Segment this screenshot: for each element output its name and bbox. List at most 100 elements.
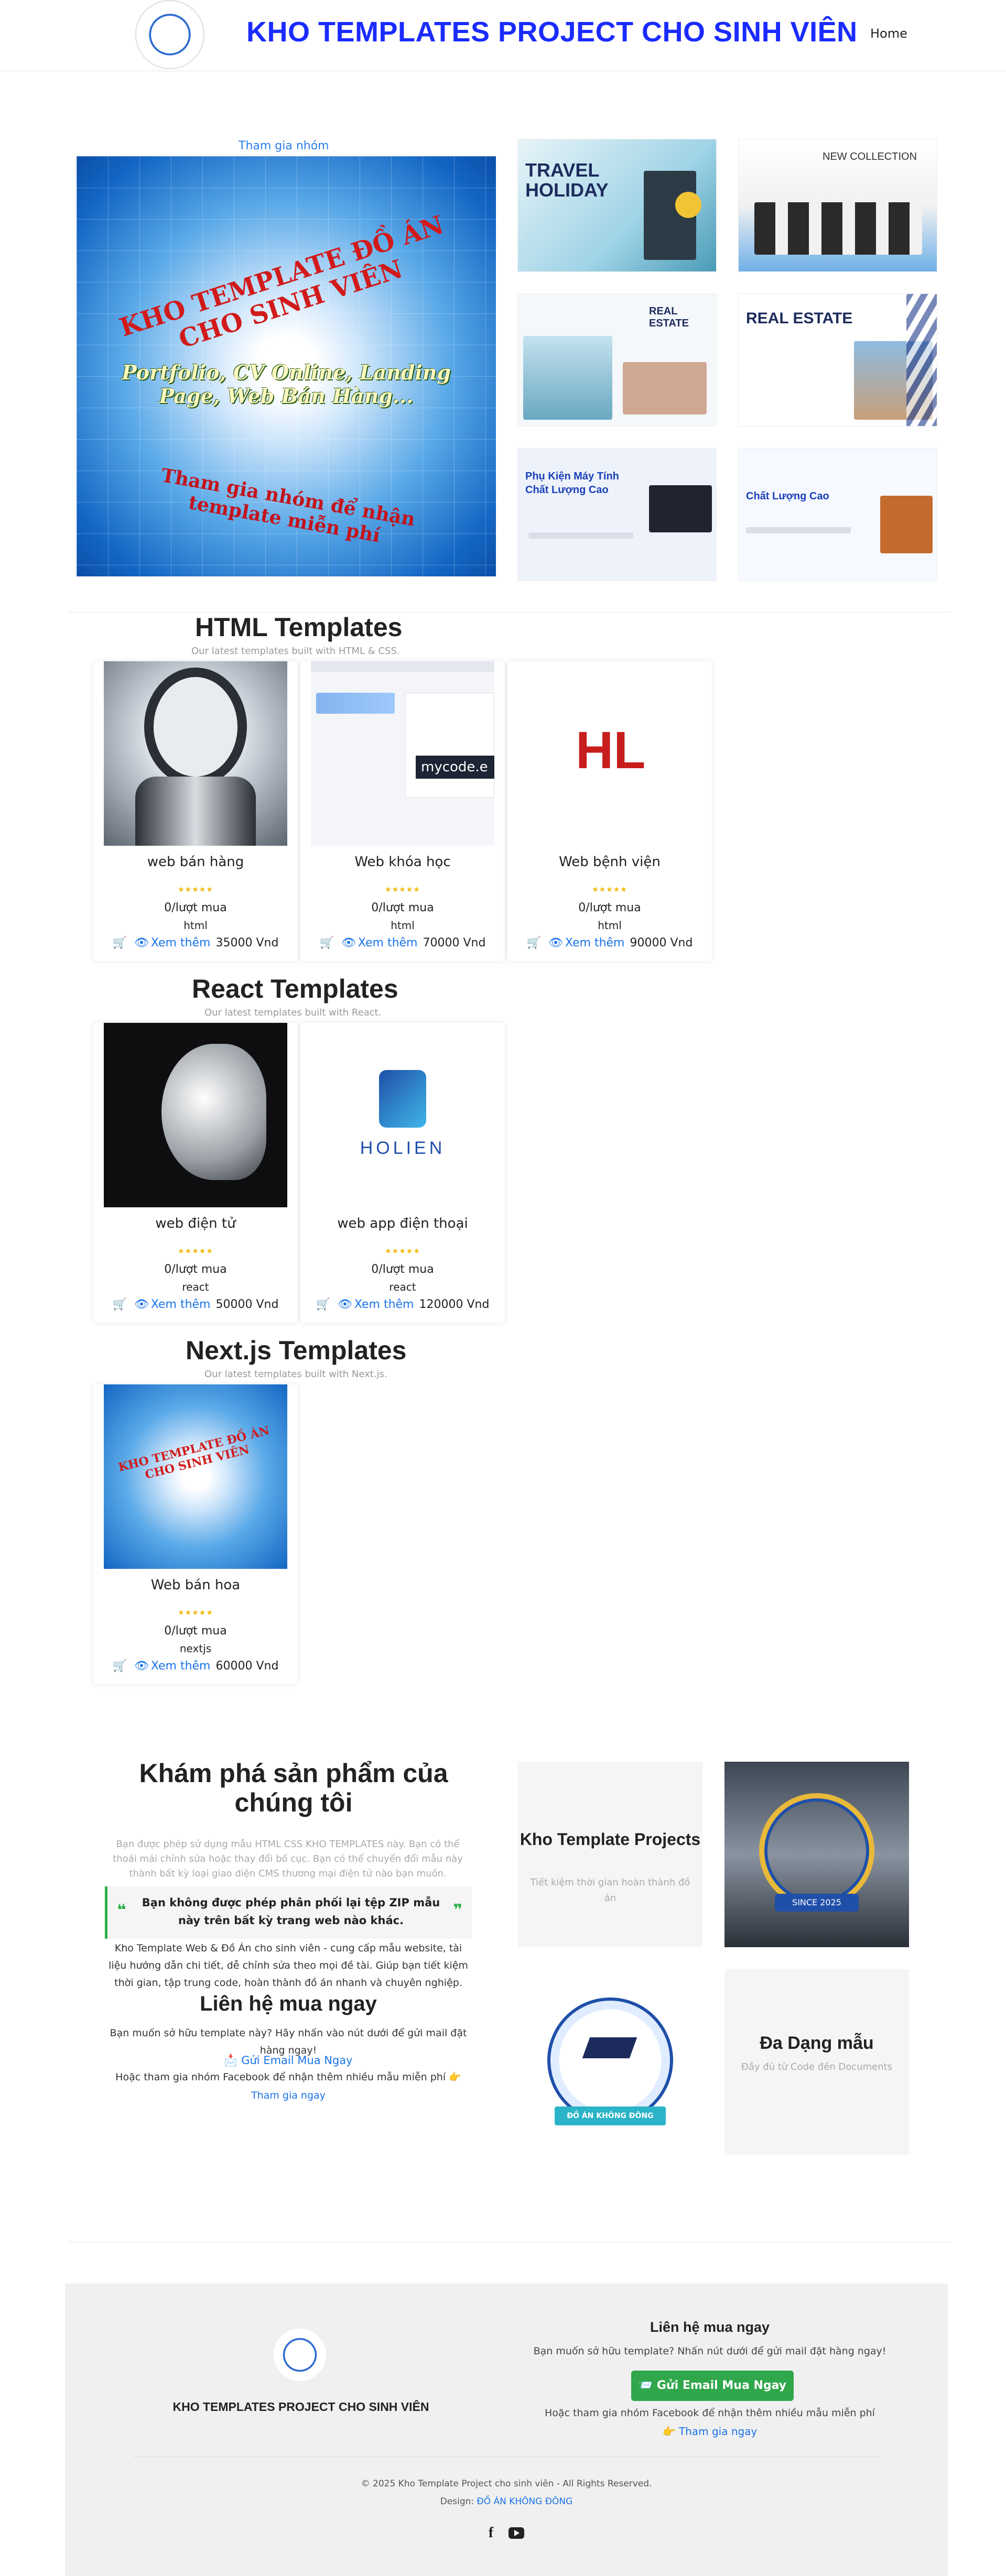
thumb-photo	[623, 362, 707, 414]
nav-home-link[interactable]: Home	[870, 26, 907, 41]
thumb-heading: Phụ Kiện Máy Tính Chất Lượng Cao	[525, 471, 619, 496]
tech-tag: html	[183, 919, 208, 932]
price: 120000 Vnd	[419, 1298, 490, 1311]
price: 35000 Vnd	[215, 936, 279, 949]
product-card[interactable]: HL Web bệnh viện ★★★★★ 0/lượt mua html 🛒…	[507, 661, 712, 961]
site-header: KHO TEMPLATES PROJECT CHO SINH VIÊN Home	[0, 0, 1006, 71]
eye-icon[interactable]: 👁	[134, 1660, 149, 1673]
thumb-bar	[528, 532, 633, 539]
thumb-photo	[649, 485, 712, 532]
explore-description: Kho Template Web & Đồ Án cho sinh viên -…	[109, 1942, 468, 1989]
view-more-link[interactable]: Xem thêm	[565, 936, 625, 949]
thumb-bag[interactable]: Chất Lượng Cao	[738, 448, 937, 581]
youtube-icon[interactable]	[509, 2527, 525, 2539]
cart-icon[interactable]: 🛒	[113, 936, 127, 949]
thumb-collection[interactable]: NEW COLLECTION	[738, 139, 937, 272]
hero-banner[interactable]: KHO TEMPLATE ĐỒ ÁN CHO SINH VIÊN Portfol…	[77, 156, 496, 576]
cart-icon[interactable]: 🛒	[527, 936, 541, 949]
eye-icon[interactable]: 👁	[341, 936, 356, 949]
section-title-next: Next.js Templates	[186, 1336, 407, 1365]
product-image[interactable]: KHO TEMPLATE ĐỒ ÁN CHO SINH VIÊN	[104, 1384, 287, 1569]
facebook-icon[interactable]: f	[489, 2525, 493, 2541]
rating-stars: ★★★★★	[178, 1247, 213, 1256]
product-actions: 🛒 👁 Xem thêm 60000 Vnd	[93, 1660, 298, 1673]
site-footer: KHO TEMPLATES PROJECT CHO SINH VIÊN Liên…	[65, 2284, 948, 2576]
price: 70000 Vnd	[423, 936, 486, 949]
tech-tag: react	[182, 1281, 209, 1293]
product-card[interactable]: web bán hàng ★★★★★ 0/lượt mua html 🛒 👁 Xem…	[93, 661, 298, 961]
explore-title: Khám phá sản phẩm của chúng tôi	[139, 1759, 448, 1817]
cart-icon[interactable]: 🛒	[316, 1298, 330, 1311]
product-image[interactable]	[104, 661, 287, 846]
tech-tag: html	[391, 919, 415, 932]
eye-icon[interactable]: 👁	[338, 1298, 352, 1311]
sold-count: 0/lượt mua	[371, 1263, 434, 1276]
view-more-link[interactable]: Xem thêm	[151, 1660, 211, 1673]
join-group-link[interactable]: Tham gia nhóm	[239, 139, 329, 152]
view-more-link[interactable]: Xem thêm	[151, 936, 211, 949]
product-name[interactable]: web bán hàng	[93, 854, 298, 870]
feature-image-logo: ĐỒ ÁN KHÔNG ĐÔNG	[518, 1969, 702, 2155]
explore-license-text: Bạn được phép sử dụng mẫu HTML CSS KHO T…	[113, 1839, 463, 1879]
eye-icon[interactable]: 👁	[134, 1298, 149, 1311]
quote-close-icon: ❞	[453, 1901, 462, 1919]
product-name[interactable]: Web bán hoa	[93, 1577, 298, 1593]
product-card[interactable]: KHO TEMPLATE ĐỒ ÁN CHO SINH VIÊN Web bán…	[93, 1384, 298, 1684]
thumb-photo	[880, 496, 933, 553]
product-name[interactable]: web điện tử	[93, 1216, 298, 1231]
design-label: Design:	[440, 2496, 474, 2507]
cart-icon[interactable]: 🛒	[113, 1298, 127, 1311]
product-name[interactable]: Web khóa học	[300, 854, 505, 870]
join-now-link[interactable]: Tham gia ngay	[105, 2090, 472, 2101]
product-image[interactable]: HOLIEN	[311, 1023, 494, 1207]
feature-box-variety: Đa Dạng mẫu Đầy đủ từ Code đến Documents	[724, 1969, 909, 2155]
product-name[interactable]: web app điện thoại	[300, 1216, 505, 1231]
play-triangle-icon	[514, 2530, 520, 2536]
product-card[interactable]: HOLIEN web app điện thoại ★★★★★ 0/lượt m…	[300, 1023, 505, 1323]
product-actions: 🛒 👁 Xem thêm 90000 Vnd	[507, 936, 712, 949]
logo-ribbon: ĐỒ ÁN KHÔNG ĐÔNG	[555, 2106, 666, 2125]
cart-icon[interactable]: 🛒	[113, 1660, 127, 1673]
thumb-travel-2[interactable]: REAL ESTATE	[517, 293, 717, 427]
send-email-link[interactable]: 📩 Gửi Email Mua Ngay	[105, 2054, 472, 2067]
thumb-real-estate[interactable]: REAL ESTATE	[738, 293, 937, 427]
thumb-photo	[754, 202, 922, 255]
robot-profile	[161, 1044, 266, 1180]
sold-count: 0/lượt mua	[164, 901, 227, 914]
product-card[interactable]: web điện tử ★★★★★ 0/lượt mua react 🛒 👁 Xem…	[93, 1023, 298, 1323]
graduation-badge	[547, 1998, 673, 2123]
quote-text: Bạn không được phép phân phối lại tệp ZI…	[142, 1896, 440, 1927]
feature-subtitle: Tiết kiệm thời gian hoàn thành đồ án	[530, 1877, 690, 1904]
view-more-link[interactable]: Xem thêm	[358, 936, 418, 949]
tech-tag: react	[389, 1281, 416, 1293]
product-name[interactable]: Web bệnh viện	[507, 854, 712, 870]
thumb-heading: TRAVEL HOLIDAY	[525, 159, 609, 201]
product-image[interactable]	[104, 1023, 287, 1207]
thumb-travel-1[interactable]: TRAVEL HOLIDAY	[517, 139, 717, 272]
rating-stars: ★★★★★	[592, 886, 628, 894]
footer-design-credit: Design: ĐỒ ÁN KHÔNG ĐÔNG	[65, 2496, 948, 2507]
section-title-react: React Templates	[192, 974, 398, 1003]
eye-icon[interactable]: 👁	[548, 936, 563, 949]
section-subtitle-html: Our latest templates built with HTML & C…	[191, 646, 400, 657]
price: 60000 Vnd	[215, 1660, 279, 1673]
site-title[interactable]: KHO TEMPLATES PROJECT CHO SINH VIÊN	[246, 16, 858, 48]
view-more-link[interactable]: Xem thêm	[354, 1298, 414, 1311]
explore-quote: ❝ Bạn không được phép phân phối lại tệp …	[105, 1886, 472, 1939]
product-actions: 🛒 👁 Xem thêm 35000 Vnd	[93, 936, 298, 949]
site-logo[interactable]	[135, 0, 204, 69]
product-image[interactable]: HL	[518, 661, 701, 846]
footer-brand: KHO TEMPLATES PROJECT CHO SINH VIÊN	[172, 2400, 429, 2414]
design-link[interactable]: ĐỒ ÁN KHÔNG ĐÔNG	[477, 2496, 573, 2507]
footer-join-link[interactable]: 👉 Tham gia ngay	[516, 2425, 904, 2438]
product-image[interactable]: mycode.e	[311, 661, 494, 846]
thumb-accessories[interactable]: Phụ Kiện Máy Tính Chất Lượng Cao	[517, 448, 717, 581]
cart-icon[interactable]: 🛒	[320, 936, 334, 949]
product-card[interactable]: mycode.e Web khóa học ★★★★★ 0/lượt mua h…	[300, 661, 505, 961]
view-more-link[interactable]: Xem thêm	[151, 1298, 211, 1311]
footer-copyright: © 2025 Kho Template Project cho sinh viê…	[361, 2479, 652, 2489]
eye-icon[interactable]: 👁	[134, 936, 149, 949]
course-badge: mycode.e	[416, 756, 494, 779]
footer-email-button[interactable]: 📨 Gửi Email Mua Ngay	[631, 2371, 794, 2401]
footer-logo[interactable]	[274, 2329, 326, 2381]
